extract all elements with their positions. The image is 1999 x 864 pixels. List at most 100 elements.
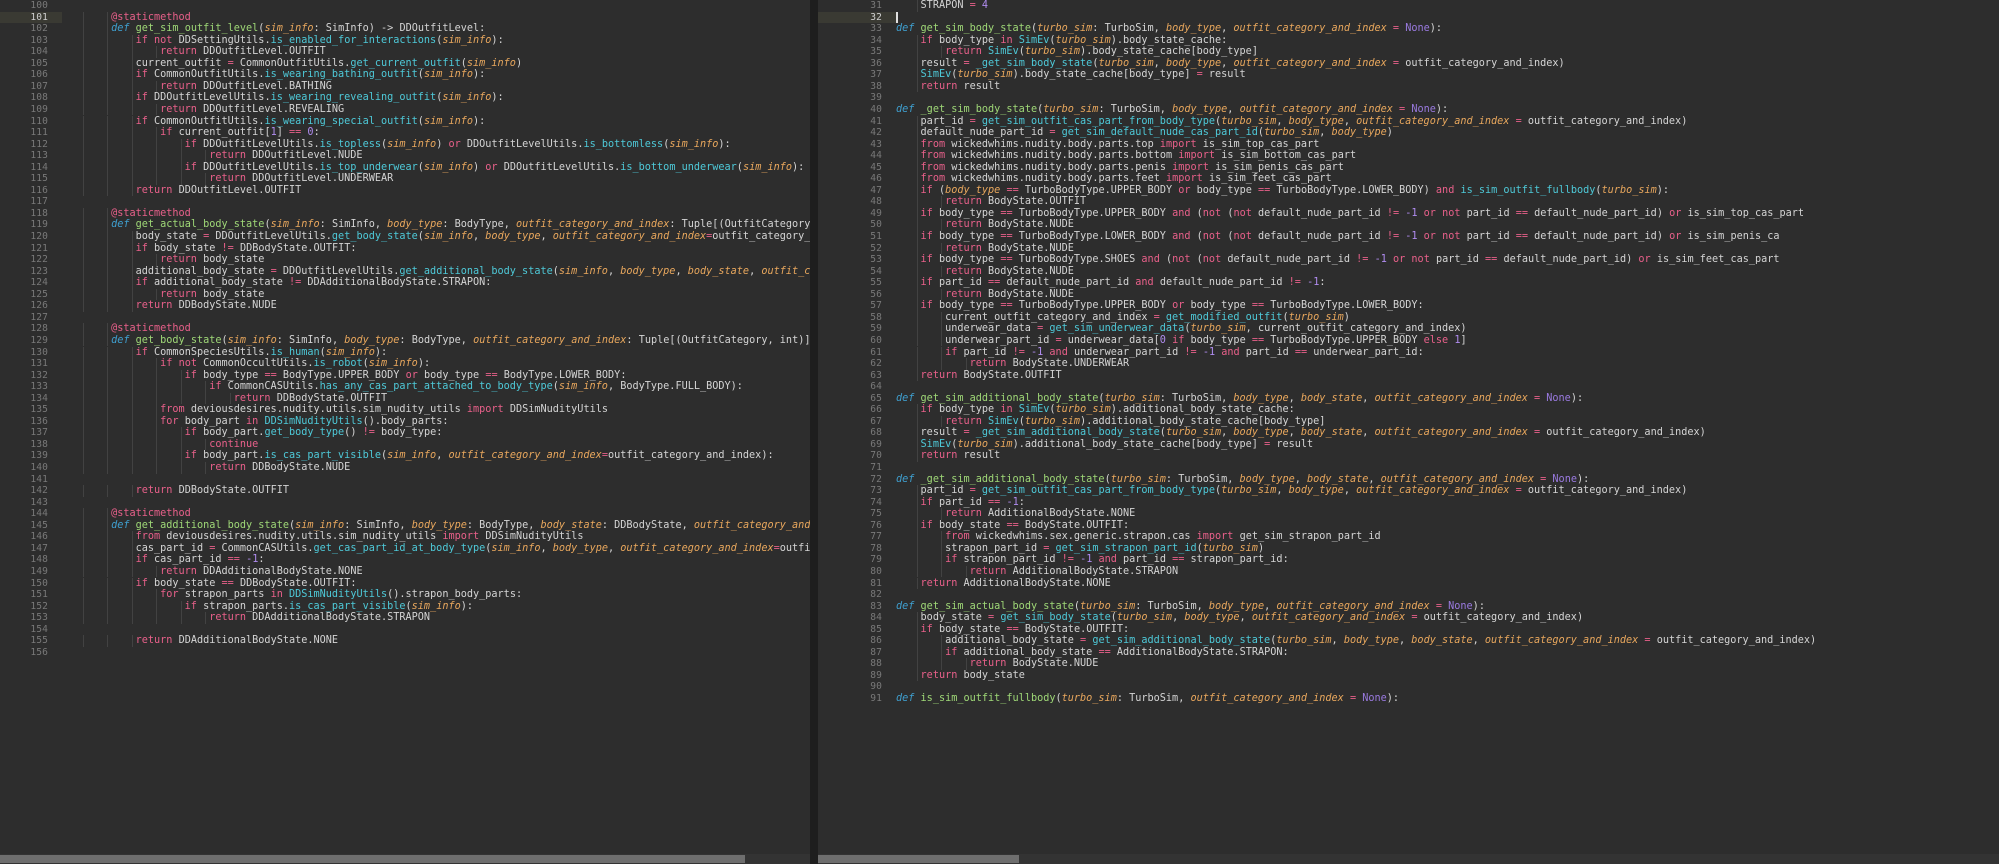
code-line[interactable]: 147 cas_part_id = CommonCASUtils.get_cas… xyxy=(0,543,810,555)
code-text[interactable]: return BodyState.NUDE xyxy=(896,243,1074,255)
code-text[interactable]: return DDOutfitLevel.NUDE xyxy=(62,150,362,162)
code-line[interactable]: 135 from deviousdesires.nudity.utils.sim… xyxy=(0,404,810,416)
code-line[interactable]: 133 if CommonCASUtils.has_any_cas_part_a… xyxy=(0,381,810,393)
code-text[interactable]: return body_state xyxy=(62,289,264,301)
code-line[interactable]: 119 def get_actual_body_state(sim_info: … xyxy=(0,219,810,231)
code-text[interactable]: if part_id == default_nude_part_id and d… xyxy=(896,277,1326,289)
code-text[interactable]: default_nude_part_id = get_sim_default_n… xyxy=(896,127,1393,139)
code-text[interactable]: if cas_part_id == -1: xyxy=(62,554,265,566)
code-text[interactable]: SimEv(turbo_sim).body_state_cache[body_t… xyxy=(896,69,1246,81)
left-editor-pane[interactable]: 100 101 @staticmethod 102 def get_sim_outf… xyxy=(0,0,810,864)
code-text[interactable]: if body_part.is_cas_part_visible(sim_inf… xyxy=(62,450,774,462)
code-text[interactable]: return AdditionalBodyState.STRAPON xyxy=(896,566,1179,578)
code-text[interactable]: for body_part in DDSimNudityUtils().body… xyxy=(62,416,448,428)
code-line[interactable]: 39 xyxy=(818,92,1999,104)
code-text[interactable]: if CommonCASUtils.has_any_cas_part_attac… xyxy=(62,381,743,393)
code-line[interactable]: 118 @staticmethod xyxy=(0,208,810,220)
code-text[interactable]: def is_sim_outfit_fullbody(turbo_sim: Tu… xyxy=(896,693,1399,705)
code-line[interactable]: 35 return SimEv(turbo_sim).body_state_ca… xyxy=(818,46,1999,58)
code-text[interactable]: if additional_body_state == AdditionalBo… xyxy=(896,647,1289,659)
code-line[interactable]: 68 result = _get_sim_additional_body_sta… xyxy=(818,427,1999,439)
code-text[interactable]: part_id = get_sim_outfit_cas_part_from_b… xyxy=(896,116,1688,128)
right-code-surface[interactable]: 31 STRAPON = 4 32 33 def get_sim_body_state… xyxy=(818,0,1999,864)
code-line[interactable]: 116 return DDOutfitLevel.OUTFIT xyxy=(0,185,810,197)
code-text[interactable]: return AdditionalBodyState.NONE xyxy=(896,508,1135,520)
code-text[interactable]: body_state = DDOutfitLevelUtils.get_body… xyxy=(62,231,810,243)
code-line[interactable]: 51 if body_type == TurboBodyType.LOWER_B… xyxy=(818,231,1999,243)
code-line[interactable]: 65 def get_sim_additional_body_state(turb… xyxy=(818,393,1999,405)
code-text[interactable]: result = _get_sim_additional_body_state(… xyxy=(896,427,1706,439)
code-text[interactable]: return DDAdditionalBodyState.NONE xyxy=(62,566,362,578)
code-line[interactable]: 137 if body_part.get_body_type() != body… xyxy=(0,427,810,439)
code-line[interactable]: 46 from wickedwhims.nudity.body.parts.fe… xyxy=(818,173,1999,185)
code-line[interactable]: 53 if body_type == TurboBodyType.SHOES a… xyxy=(818,254,1999,266)
code-text[interactable]: if CommonSpeciesUtils.is_human(sim_info)… xyxy=(62,347,388,359)
code-text[interactable]: return BodyState.NUDE xyxy=(896,219,1074,231)
code-text[interactable]: part_id = get_sim_outfit_cas_part_from_b… xyxy=(896,485,1688,497)
code-text[interactable]: underwear_data = get_sim_underwear_data(… xyxy=(896,323,1466,335)
code-line[interactable]: 45 from wickedwhims.nudity.body.parts.pe… xyxy=(818,162,1999,174)
code-line[interactable]: 57 if body_type == TurboBodyType.UPPER_B… xyxy=(818,300,1999,312)
code-text[interactable]: return body_state xyxy=(62,254,264,266)
code-text[interactable]: if strapon_parts.is_cas_part_visible(sim… xyxy=(62,601,473,613)
code-line[interactable]: 86 additional_body_state = get_sim_addit… xyxy=(818,635,1999,647)
code-text[interactable]: if part_id != -1 and underwear_part_id !… xyxy=(896,347,1424,359)
code-line[interactable]: 82 xyxy=(818,589,1999,601)
code-line[interactable]: 41 part_id = get_sim_outfit_cas_part_fro… xyxy=(818,116,1999,128)
code-line[interactable]: 67 return SimEv(turbo_sim).additional_bo… xyxy=(818,416,1999,428)
code-text[interactable]: return BodyState.NUDE xyxy=(896,658,1099,670)
code-text[interactable]: from wickedwhims.sex.generic.strapon.cas… xyxy=(896,531,1381,543)
code-text[interactable]: if strapon_part_id != -1 and part_id == … xyxy=(896,554,1289,566)
code-text[interactable]: return SimEv(turbo_sim).body_state_cache… xyxy=(896,46,1258,58)
code-line[interactable]: 143 xyxy=(0,497,810,509)
code-text[interactable]: if DDOutfitLevelUtils.is_wearing_reveali… xyxy=(62,92,504,104)
code-text[interactable]: def get_sim_body_state(turbo_sim: TurboS… xyxy=(896,23,1442,35)
code-line[interactable]: 83 def get_sim_actual_body_state(turbo_si… xyxy=(818,601,1999,613)
code-text[interactable]: def get_sim_additional_body_state(turbo_… xyxy=(896,393,1583,405)
code-text[interactable]: if additional_body_state != DDAdditional… xyxy=(62,277,492,289)
code-line[interactable]: 134 return DDBodyState.OUTFIT xyxy=(0,393,810,405)
code-line[interactable]: 150 if body_state == DDBodyState.OUTFIT: xyxy=(0,578,810,590)
code-line[interactable]: 139 if body_part.is_cas_part_visible(sim… xyxy=(0,450,810,462)
code-line[interactable]: 149 return DDAdditionalBodyState.NONE xyxy=(0,566,810,578)
code-line[interactable]: 48 return BodyState.OUTFIT xyxy=(818,196,1999,208)
code-line[interactable]: 77 from wickedwhims.sex.generic.strapon.… xyxy=(818,531,1999,543)
code-text[interactable]: current_outfit = CommonOutfitUtils.get_c… xyxy=(62,58,522,70)
code-line[interactable]: 140 return DDBodyState.NUDE xyxy=(0,462,810,474)
code-text[interactable]: if body_type == BodyType.UPPER_BODY or b… xyxy=(62,370,627,382)
code-text[interactable]: return result xyxy=(896,450,1001,462)
code-line[interactable]: 145 def get_additional_body_state(sim_in… xyxy=(0,520,810,532)
code-line[interactable]: 73 part_id = get_sim_outfit_cas_part_fro… xyxy=(818,485,1999,497)
editor-split-divider[interactable] xyxy=(810,0,818,864)
code-line[interactable]: 71 xyxy=(818,462,1999,474)
code-line[interactable]: 102 def get_sim_outfit_level(sim_info: S… xyxy=(0,23,810,35)
code-line[interactable]: 141 xyxy=(0,474,810,486)
code-line[interactable]: 124 if additional_body_state != DDAdditi… xyxy=(0,277,810,289)
code-text[interactable]: return DDAdditionalBodyState.STRAPON xyxy=(62,612,430,624)
code-text[interactable]: if body_type == TurboBodyType.UPPER_BODY… xyxy=(896,300,1424,312)
code-line[interactable]: 152 if strapon_parts.is_cas_part_visible… xyxy=(0,601,810,613)
code-text[interactable]: @staticmethod xyxy=(62,12,191,24)
code-text[interactable]: def get_body_state(sim_info: SimInfo, bo… xyxy=(62,335,810,347)
code-line[interactable]: 108 if DDOutfitLevelUtils.is_wearing_rev… xyxy=(0,92,810,104)
code-line[interactable]: 60 underwear_part_id = underwear_data[0 … xyxy=(818,335,1999,347)
code-text[interactable]: return DDOutfitLevel.UNDERWEAR xyxy=(62,173,393,185)
right-editor-pane[interactable]: 31 STRAPON = 4 32 33 def get_sim_body_state… xyxy=(818,0,1999,864)
code-line[interactable]: 76 if body_state == BodyState.OUTFIT: xyxy=(818,520,1999,532)
code-text[interactable]: from wickedwhims.nudity.body.parts.penis… xyxy=(896,162,1344,174)
code-text[interactable]: if body_part.get_body_type() != body_typ… xyxy=(62,427,443,439)
code-text[interactable]: if body_state == BodyState.OUTFIT: xyxy=(896,520,1130,532)
right-horizontal-scrollbar[interactable] xyxy=(818,854,1999,864)
code-line[interactable]: 148 if cas_part_id == -1: xyxy=(0,554,810,566)
code-text[interactable]: return BodyState.OUTFIT xyxy=(896,196,1086,208)
code-line[interactable]: 47 if (body_type == TurboBodyType.UPPER_… xyxy=(818,185,1999,197)
code-text[interactable]: return DDAdditionalBodyState.NONE xyxy=(62,635,338,647)
code-text[interactable]: additional_body_state = DDOutfitLevelUti… xyxy=(62,266,810,278)
code-text[interactable]: if body_state == BodyState.OUTFIT: xyxy=(896,624,1130,636)
code-text[interactable]: if body_type in SimEv(turbo_sim).body_st… xyxy=(896,35,1228,47)
code-text[interactable]: return DDBodyState.OUTFIT xyxy=(62,485,289,497)
code-line[interactable]: 103 if not DDSettingUtils.is_enabled_for… xyxy=(0,35,810,47)
code-text[interactable]: return DDBodyState.OUTFIT xyxy=(62,393,387,405)
code-line[interactable]: 50 return BodyState.NUDE xyxy=(818,219,1999,231)
code-text[interactable]: from deviousdesires.nudity.utils.sim_nud… xyxy=(62,404,608,416)
